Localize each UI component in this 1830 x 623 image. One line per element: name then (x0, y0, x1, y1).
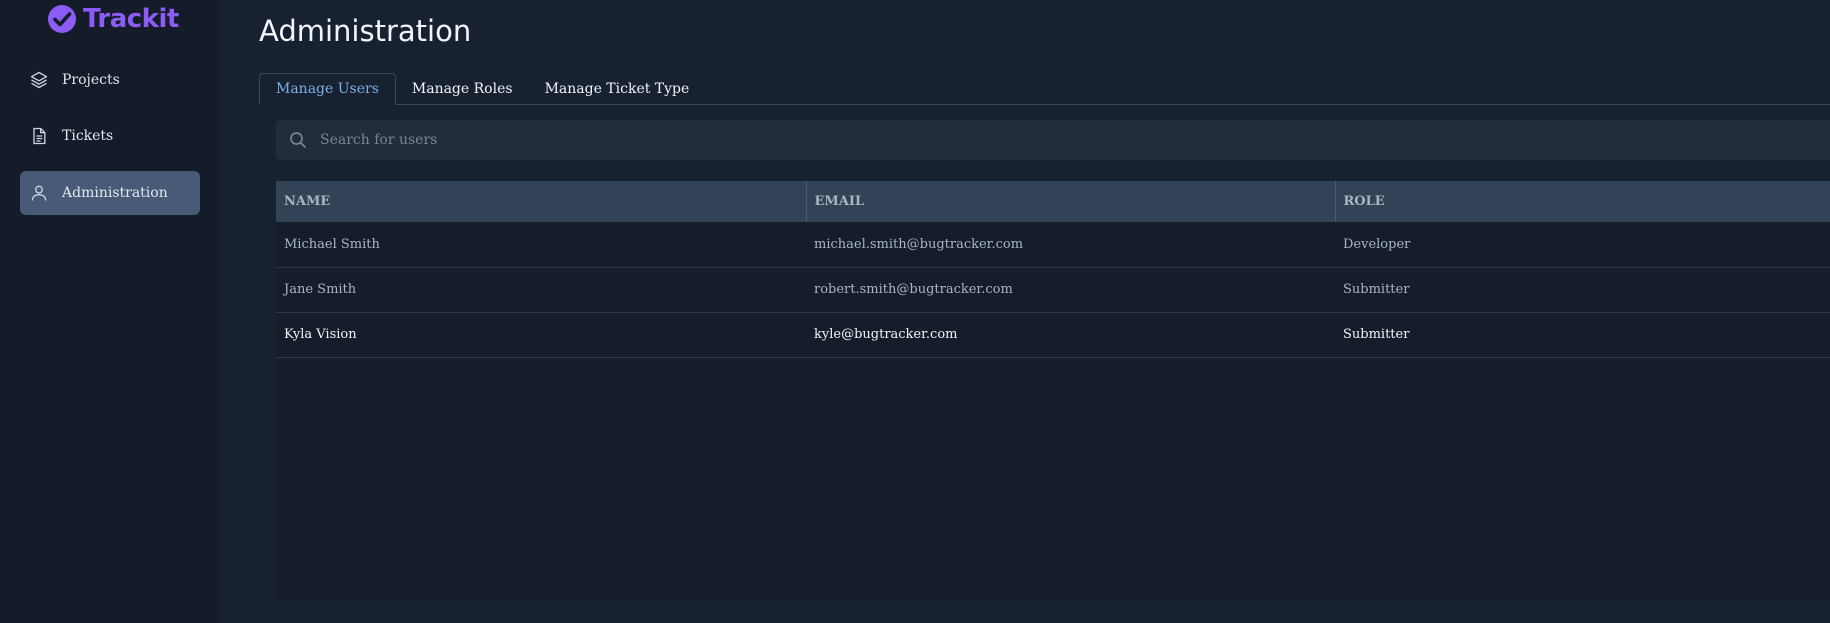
users-table-container: NAME EMAIL ROLE Michael Smith michael.sm… (276, 181, 1830, 600)
column-header-role[interactable]: ROLE (1335, 181, 1830, 222)
cell-name: Jane Smith (284, 282, 357, 297)
cell-role: Submitter (1343, 282, 1410, 297)
users-table: NAME EMAIL ROLE Michael Smith michael.sm… (276, 181, 1830, 358)
cell-name: Kyla Vision (284, 327, 357, 342)
cell-name: Michael Smith (284, 236, 380, 252)
tab-manage-users[interactable]: Manage Users (259, 73, 396, 105)
sidebar-item-administration[interactable]: Administration (20, 171, 200, 215)
check-circle-icon (48, 5, 76, 33)
table-row[interactable]: Michael Smith michael.smith@bugtracker.c… (276, 222, 1830, 267)
tab-bar: Manage Users Manage Roles Manage Ticket … (259, 73, 1830, 105)
sidebar: Trackit Projects Tickets Administration (0, 0, 219, 623)
table-row[interactable]: Kyla Vision kyle@bugtracker.com Submitte… (276, 312, 1830, 357)
search-input[interactable] (320, 132, 1220, 148)
sidebar-item-label: Projects (62, 72, 120, 88)
cell-role: Developer (1343, 236, 1411, 252)
table-row[interactable]: Jane Smith robert.smith@bugtracker.com S… (276, 267, 1830, 312)
main-content: Administration Manage Users Manage Roles… (219, 0, 1830, 623)
app-name: Trackit (83, 4, 179, 34)
user-icon (28, 182, 50, 204)
search-icon (288, 130, 308, 150)
sidebar-item-projects[interactable]: Projects (20, 58, 200, 102)
cell-email: michael.smith@bugtracker.com (814, 236, 1024, 252)
document-icon (28, 125, 50, 147)
tab-manage-roles[interactable]: Manage Roles (396, 73, 529, 104)
cell-email: kyle@bugtracker.com (814, 327, 958, 342)
column-header-email[interactable]: EMAIL (806, 181, 1336, 222)
sidebar-item-label: Tickets (62, 128, 114, 144)
table-header-row: NAME EMAIL ROLE (276, 181, 1830, 222)
layers-icon (28, 69, 50, 91)
page-title: Administration (259, 14, 472, 48)
sidebar-item-tickets[interactable]: Tickets (20, 114, 200, 158)
logo[interactable]: Trackit (47, 2, 179, 36)
cell-email: robert.smith@bugtracker.com (814, 282, 1013, 297)
cell-role: Submitter (1343, 327, 1410, 342)
column-header-name[interactable]: NAME (276, 181, 807, 222)
search-bar (276, 120, 1830, 160)
tab-manage-ticket-type[interactable]: Manage Ticket Type (529, 73, 706, 104)
app-root: Trackit Projects Tickets Administration … (0, 0, 1830, 623)
sidebar-item-label: Administration (62, 185, 168, 201)
